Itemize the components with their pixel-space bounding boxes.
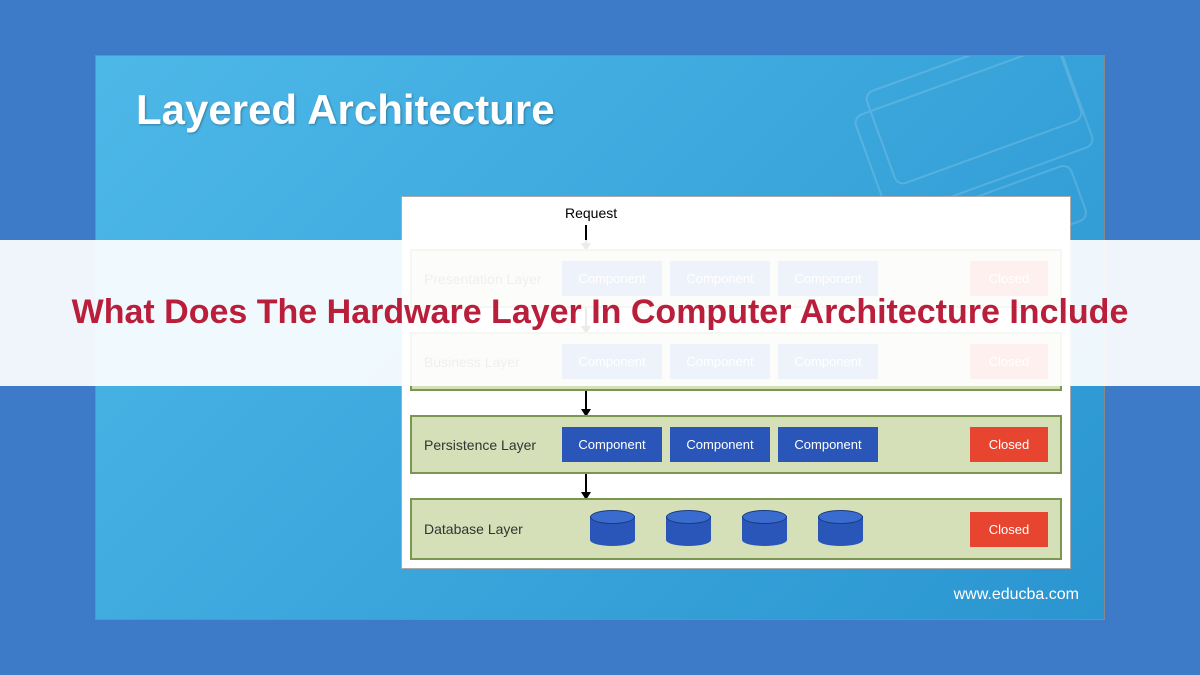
- request-label: Request: [565, 205, 1062, 221]
- overlay-title: What Does The Hardware Layer In Computer…: [72, 289, 1129, 337]
- closed-badge: Closed: [970, 512, 1048, 547]
- arrow-icon: [585, 391, 587, 413]
- database-cylinder-icon: [666, 510, 711, 548]
- component-box: Component: [778, 427, 878, 462]
- layer-label: Persistence Layer: [424, 437, 554, 453]
- database-cylinder-icon: [590, 510, 635, 548]
- database-cylinder-icon: [818, 510, 863, 548]
- persistence-layer: Persistence Layer Component Component Co…: [410, 415, 1062, 474]
- watermark: www.educba.com: [954, 586, 1079, 604]
- database-cylinder-icon: [742, 510, 787, 548]
- overlay-band: What Does The Hardware Layer In Computer…: [0, 240, 1200, 386]
- closed-badge: Closed: [970, 427, 1048, 462]
- database-layer: Database Layer Closed: [410, 498, 1062, 560]
- layer-label: Database Layer: [424, 521, 554, 537]
- component-box: Component: [670, 427, 770, 462]
- component-box: Component: [562, 427, 662, 462]
- arrow-icon: [585, 474, 587, 496]
